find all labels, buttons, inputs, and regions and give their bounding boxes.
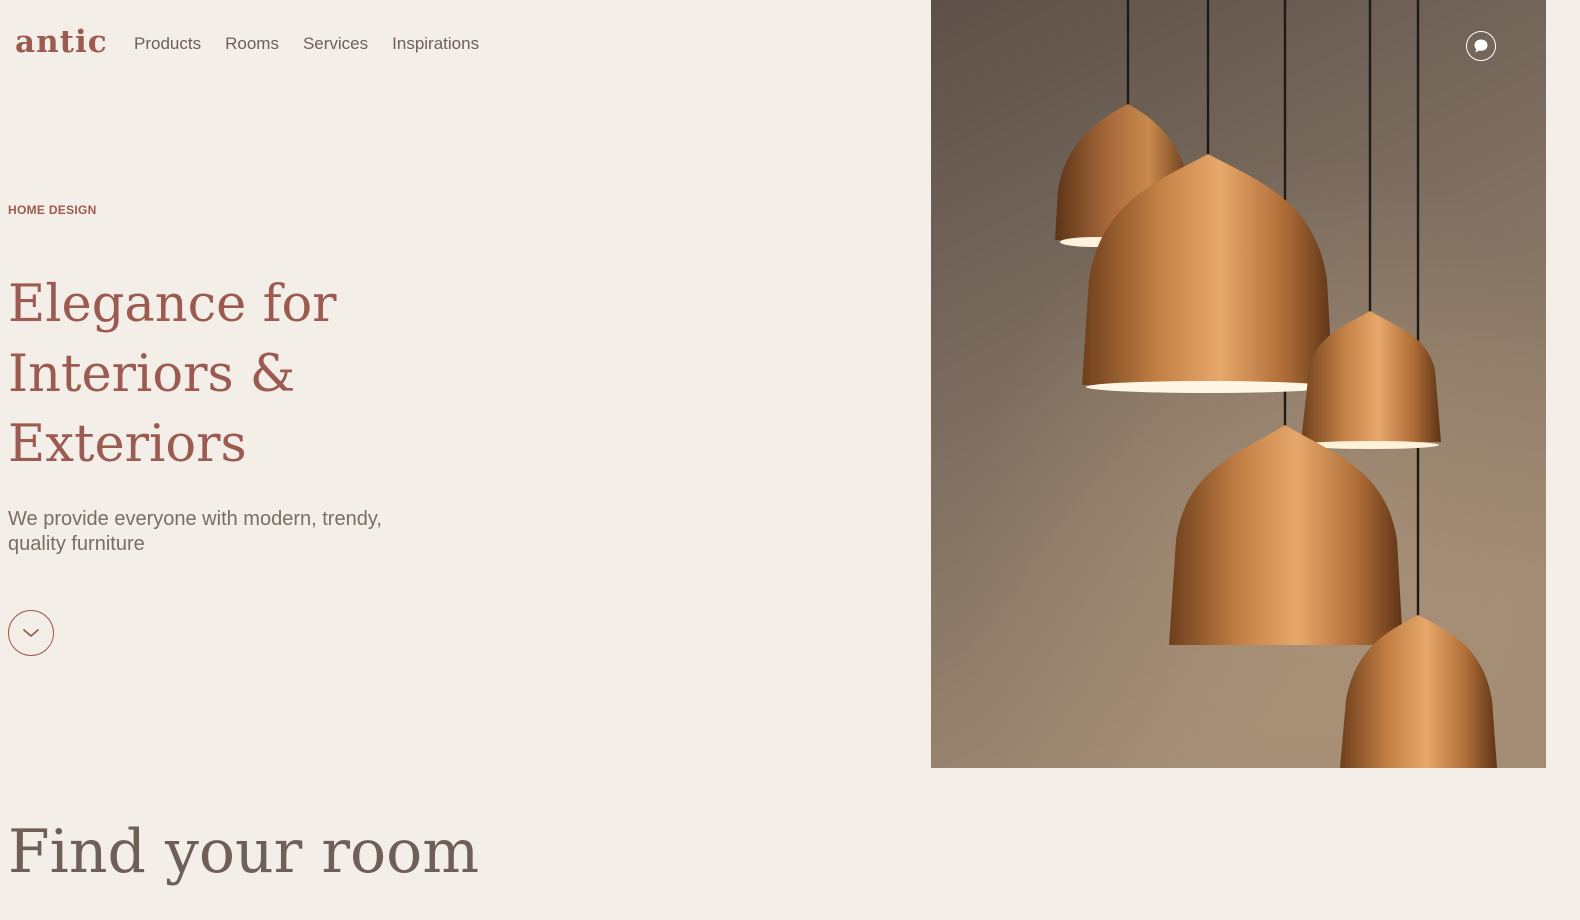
hero-title-line: Interiors & <box>8 345 296 404</box>
logo[interactable]: antic <box>15 24 108 60</box>
hero-subtitle: We provide everyone with modern, trendy,… <box>8 507 428 557</box>
hero-subtitle-line: We provide everyone with modern, trendy, <box>8 508 382 530</box>
hero-subtitle-line: quality furniture <box>8 533 145 555</box>
nav-item-products[interactable]: Products <box>134 34 201 54</box>
copper-pendant-lamps-image <box>931 0 1546 768</box>
main-nav: Products Rooms Services Inspirations <box>134 34 479 54</box>
chevron-down-icon <box>23 629 39 637</box>
hero-eyebrow: HOME DESIGN <box>8 203 97 217</box>
hero-image <box>931 0 1546 768</box>
nav-item-rooms[interactable]: Rooms <box>225 34 279 54</box>
chat-bubble-icon <box>1474 39 1488 53</box>
find-room-heading: Find your room <box>8 817 480 887</box>
hero-title-line: Exteriors <box>8 415 247 474</box>
hero-title: Elegance for Interiors & Exteriors <box>8 270 428 480</box>
nav-item-inspirations[interactable]: Inspirations <box>392 34 479 54</box>
scroll-down-button[interactable] <box>8 610 54 656</box>
hero-title-line: Elegance for <box>8 275 337 334</box>
nav-item-services[interactable]: Services <box>303 34 368 54</box>
chat-button[interactable] <box>1466 31 1496 61</box>
